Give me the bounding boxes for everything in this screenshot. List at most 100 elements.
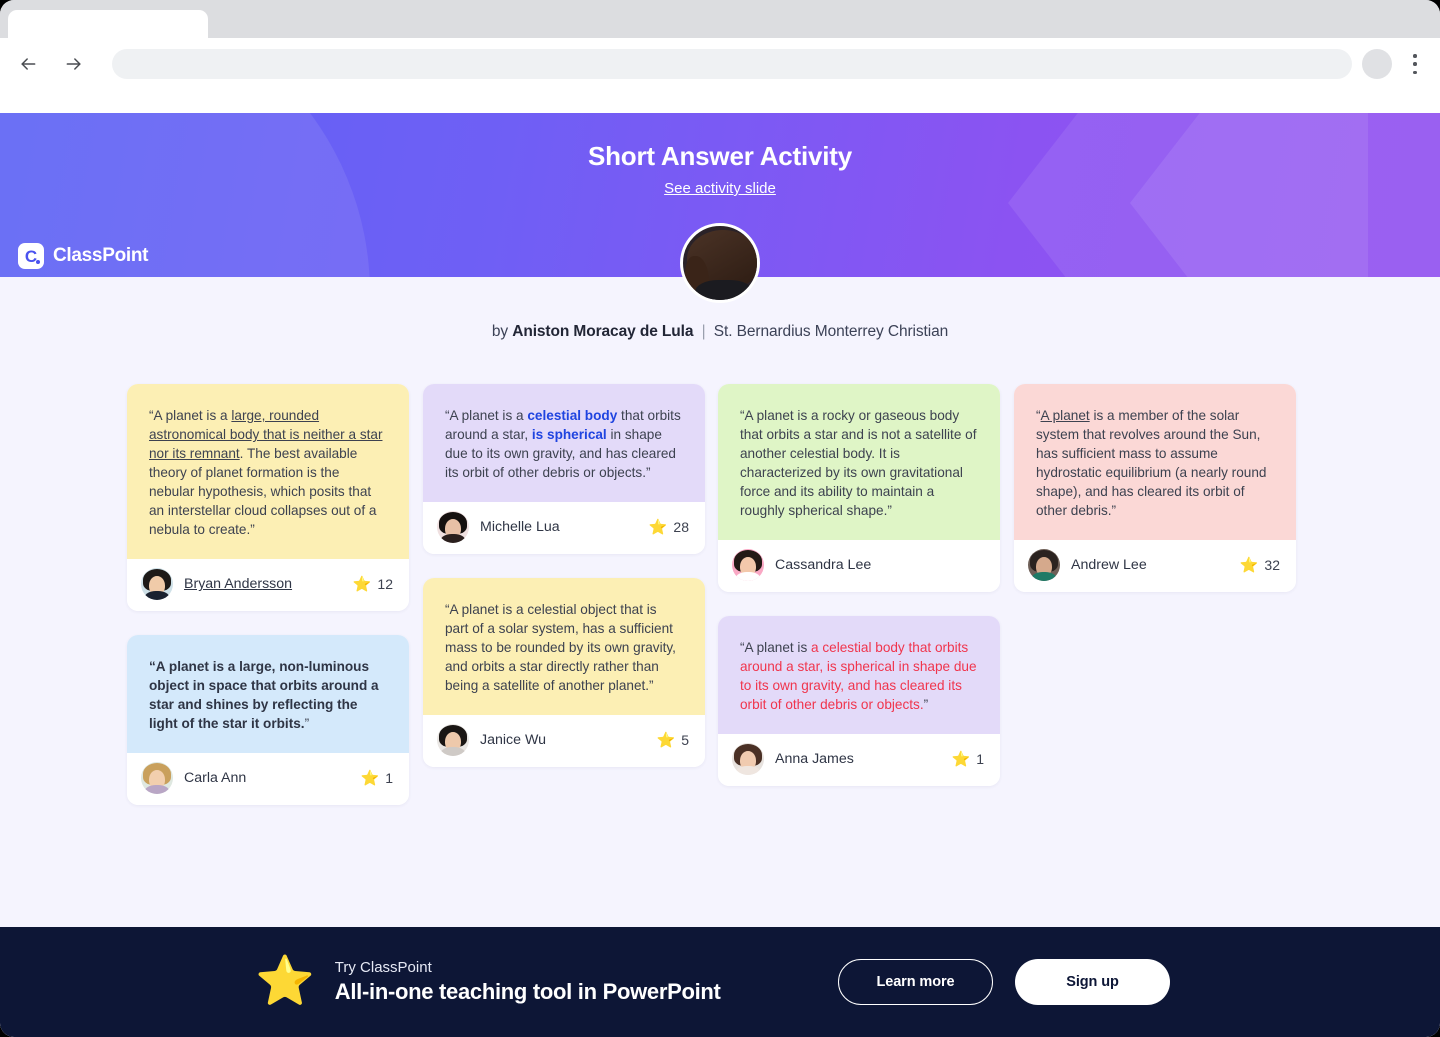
student-name: Janice Wu [480,732,546,749]
answer-card[interactable]: “A planet is a large, non-luminous objec… [127,635,409,806]
student-name: Andrew Lee [1071,557,1147,574]
student-name: Cassandra Lee [775,557,872,574]
browser-tab[interactable] [8,10,208,40]
star-icon: ⭐ [656,731,676,749]
star-icon: ⭐ [951,750,971,768]
answer-card[interactable]: “A planet is a member of the solar syste… [1014,384,1296,593]
star-award-count: ⭐ 1 [952,751,984,767]
answer-card-footer: Michelle Lua ⭐ 28 [423,502,705,555]
answer-card[interactable]: “A planet is a celestial body that orbit… [423,384,705,555]
answer-text: “A planet is a member of the solar syste… [1014,384,1296,541]
student-avatar [141,762,173,795]
browser-toolbar [0,38,1440,113]
star-count: 28 [673,519,689,536]
student-name: Bryan Andersson [184,576,293,593]
answer-text-segment: “A planet is a [445,408,528,423]
classpoint-logo-text: ClassPoint [53,245,149,266]
answers-column-2: “A planet is a celestial body that orbit… [423,384,705,791]
browser-tabstrip [0,0,1440,40]
star-award-count: ⭐ 1 [361,770,393,786]
answer-card-footer: Janice Wu ⭐ 5 [423,715,705,768]
student-avatar [437,724,469,757]
star-count: 5 [681,732,689,749]
promo-headline: All-in-one teaching tool in PowerPoint [334,979,721,1004]
answers-column-3: “A planet is a rocky or gaseous body tha… [718,384,1000,810]
answers-column-1: “A planet is a large, rounded astronomic… [127,384,409,829]
answer-text: “A planet is a celestial body that orbit… [718,616,1000,735]
star-count: 32 [1264,557,1280,574]
see-activity-slide-link[interactable]: See activity slide [0,180,1440,197]
star-count: 1 [385,770,393,787]
student-avatar [437,511,469,544]
answer-text-segment: “A planet is a rocky or gaseous body tha… [740,408,977,519]
answer-card-footer: Anna James ⭐ 1 [718,734,1000,787]
student-avatar [732,743,764,776]
star-award-count: ⭐ 5 [657,732,689,748]
star-icon: ⭐ [360,769,380,787]
answers-column-4: “A planet is a member of the solar syste… [1014,384,1296,616]
logo-dot [36,260,40,264]
answer-card[interactable]: “A planet is a celestial object that is … [423,578,705,768]
promo-buttons: Learn more Sign up [838,959,1170,1005]
page-title: Short Answer Activity [587,141,853,171]
answer-text-segment: “A planet is a celestial object that is … [445,602,676,694]
student-name: Carla Ann [184,770,247,787]
star-icon: ⭐ [648,518,668,536]
back-button[interactable] [10,46,46,82]
promo-text: Try ClassPoint All-in-one teaching tool … [335,959,721,1005]
answer-text: “A planet is a celestial body that orbit… [423,384,705,503]
star-award-count: ⭐ 28 [649,519,689,535]
star-award-count: ⭐ 32 [1240,557,1280,573]
answer-card[interactable]: “A planet is a rocky or gaseous body tha… [718,384,1000,593]
star-icon: ⭐ [352,575,372,593]
answer-text-segment: ” [923,697,929,713]
answer-text-segment: is spherical [531,427,607,443]
answer-text: “A planet is a rocky or gaseous body tha… [718,384,1000,541]
forward-button[interactable] [56,46,92,82]
byline-author: Aniston Moracay de Lula [512,323,694,340]
profile-avatar-button[interactable] [1362,49,1392,79]
answer-text: “A planet is a large, non-luminous objec… [127,635,409,754]
classpoint-logo: C ClassPoint [18,243,149,269]
answer-card-footer: Bryan Andersson ⭐ 12 [127,559,409,612]
kebab-menu-icon[interactable] [1406,52,1424,76]
answer-card-footer: Andrew Lee ⭐ 32 [1014,540,1296,593]
browser-window: Short Answer Activity See activity slide… [0,0,1440,1037]
answer-card-footer: Cassandra Lee [718,540,1000,593]
star-count: 12 [377,576,393,593]
answer-text-segment: ” [304,716,310,732]
star-icon: ⭐ [1239,556,1259,574]
answer-text-segment: celestial body [527,408,618,423]
byline-school: St. Bernardius Monterrey Christian [713,323,949,340]
student-name: Anna James [775,751,854,768]
student-name: Michelle Lua [480,519,560,536]
student-avatar [141,568,173,601]
page-content: Short Answer Activity See activity slide… [0,113,1440,1037]
student-avatar [732,549,764,582]
answer-text-segment: “A planet is a [149,408,232,423]
answer-text: “A planet is a celestial object that is … [423,578,705,716]
byline-separator: | [701,323,706,340]
byline-prefix: by [491,323,509,340]
learn-more-button[interactable]: Learn more [838,959,993,1005]
promo-banner: ⭐ Try ClassPoint All-in-one teaching too… [0,927,1440,1037]
answer-text: “A planet is a large, rounded astronomic… [127,384,409,560]
answer-text-segment: “A planet is a large, non-luminous objec… [149,659,379,732]
answer-card-footer: Carla Ann ⭐ 1 [127,753,409,806]
student-avatar [1028,549,1060,582]
byline: by Aniston Moracay de Lula | St. Bernard… [0,323,1440,341]
presenter-avatar [680,223,760,303]
star-icon: ⭐ [255,955,315,1008]
address-bar[interactable] [112,49,1352,79]
logo-letter: C [24,246,37,266]
answer-text-segment: A planet [1040,408,1090,423]
answer-text-segment: “A planet is [740,640,812,656]
answer-text-segment: is a member of the solar system that rev… [1036,408,1267,519]
promo-eyebrow: Try ClassPoint [334,959,432,976]
answer-card[interactable]: “A planet is a large, rounded astronomic… [127,384,409,612]
star-award-count: ⭐ 12 [353,576,393,592]
star-count: 1 [976,751,984,768]
classpoint-logo-icon: C [18,243,44,269]
sign-up-button[interactable]: Sign up [1015,959,1170,1005]
answer-card[interactable]: “A planet is a celestial body that orbit… [718,616,1000,787]
